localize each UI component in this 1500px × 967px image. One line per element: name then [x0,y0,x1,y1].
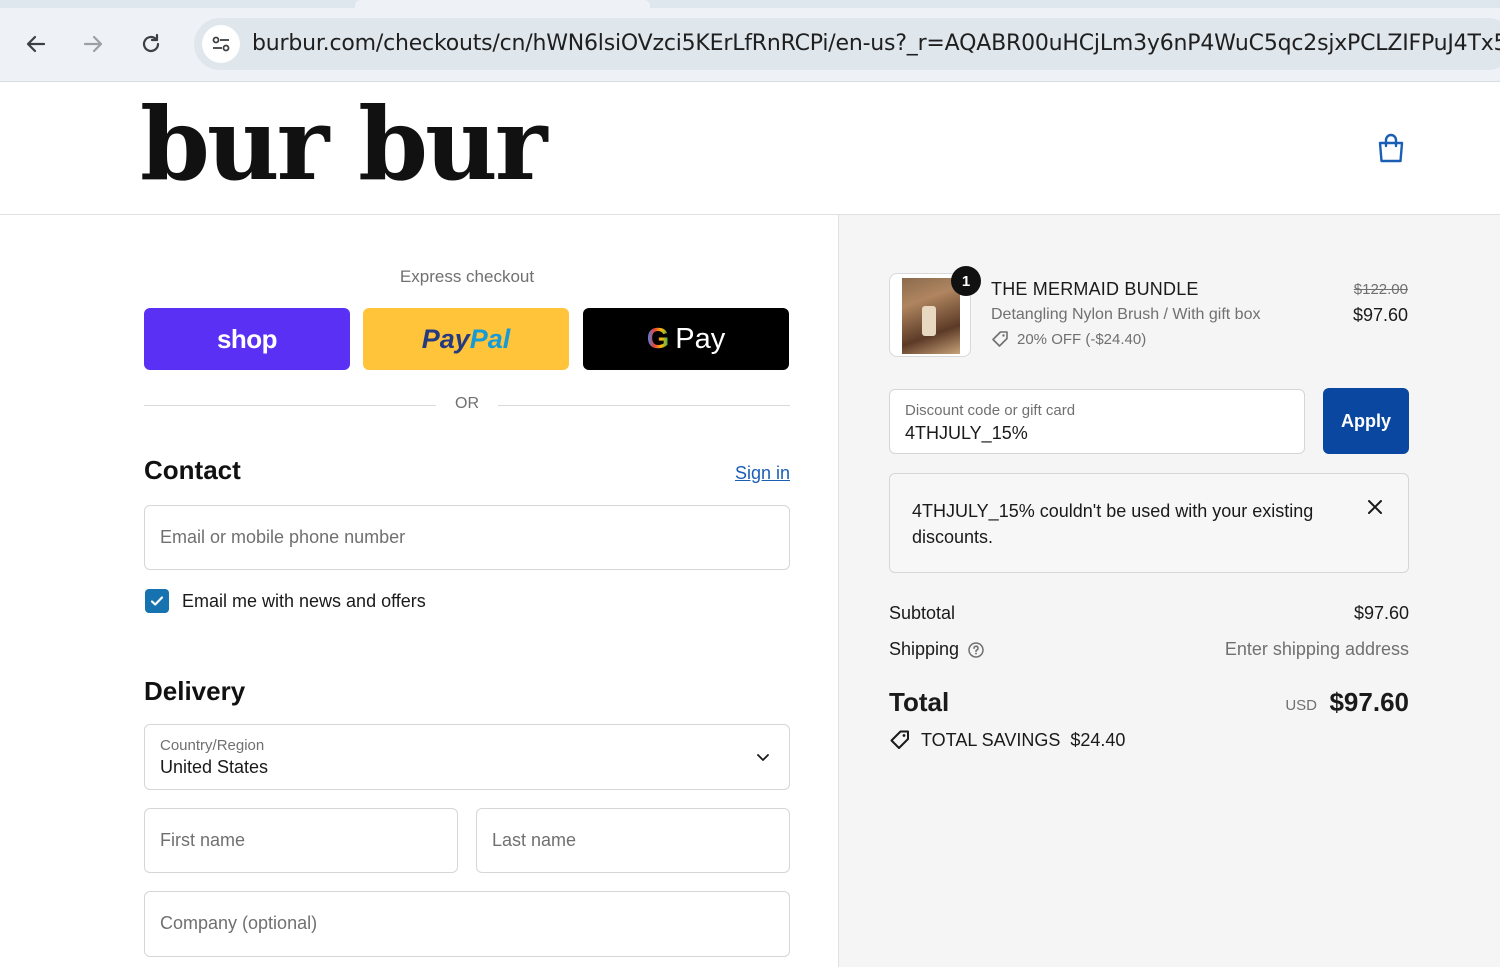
discount-error-banner: 4THJULY_15% couldn't be used with your e… [889,473,1409,573]
contact-heading: Contact [144,455,241,485]
help-icon[interactable] [967,641,985,659]
apply-button[interactable]: Apply [1323,388,1409,454]
chevron-down-icon [757,754,769,761]
shipping-label: Shipping [889,639,960,659]
order-summary: 1 THE MERMAID BUNDLE Detangling Nylon Br… [838,215,1500,967]
country-value: United States [160,757,269,777]
paypal-label-1: Pay [421,323,470,354]
checkmark-icon [150,596,164,606]
product-name: THE MERMAID BUNDLE [991,279,1199,299]
total-value: $97.60 [1329,687,1409,717]
url-text[interactable]: burbur.com/checkouts/cn/hWN6lsiOVzci5KEr… [252,31,1500,56]
last-name-field[interactable]: Last name [476,808,790,873]
address-bar[interactable]: burbur.com/checkouts/cn/hWN6lsiOVzci5KEr… [194,18,1500,70]
discount-code-field[interactable]: Discount code or gift card 4THJULY_15% [889,389,1305,454]
discount-value: 4THJULY_15% [905,423,1028,443]
browser-toolbar: burbur.com/checkouts/cn/hWN6lsiOVzci5KEr… [0,0,1500,82]
country-select[interactable]: Country/Region United States [144,724,790,790]
quantity-badge: 1 [951,266,981,296]
back-icon[interactable] [18,26,54,62]
currency-code: USD [1285,697,1317,714]
country-label: Country/Region [160,737,265,754]
product-price: $97.60 [1352,305,1408,325]
site-header: bur bur [0,82,1500,215]
subtotal-value: $97.60 [1353,603,1409,623]
divider-line [498,405,790,406]
shipping-label-wrap: Shipping [889,639,985,660]
email-placeholder: Email or mobile phone number [160,527,406,547]
savings-label: TOTAL SAVINGS [921,729,1061,750]
company-field[interactable]: Company (optional) [144,891,790,957]
product-variant: Detangling Nylon Brush / With gift box [991,306,1261,323]
or-divider: OR [144,393,790,417]
original-price: $122.00 [1353,281,1408,298]
sign-in-link[interactable]: Sign in [700,463,790,484]
product-discount-text: 20% OFF (-$24.40) [1017,330,1147,348]
news-offers-label[interactable]: Email me with news and offers [182,591,426,612]
active-tab[interactable] [355,0,650,8]
savings-tag-icon [890,730,909,749]
delivery-heading: Delivery [144,676,246,706]
discount-label: Discount code or gift card [905,402,1076,419]
product-image [902,278,960,354]
checkout-form: Express checkout shop Pay Pal G Pay OR Con… [0,215,838,967]
site-settings-icon[interactable] [202,25,240,63]
forward-icon[interactable] [75,26,111,62]
tag-icon [992,331,1008,347]
brand-logo[interactable]: bur bur [140,94,547,194]
close-icon[interactable] [1366,498,1384,516]
email-field[interactable]: Email or mobile phone number [144,505,790,570]
paypal-label-2: Pal [469,323,511,354]
total-savings: TOTAL SAVINGS $24.40 [889,729,1125,751]
first-name-placeholder: First name [160,830,246,850]
total-label: Total [889,687,950,717]
last-name-placeholder: Last name [492,830,577,850]
reload-icon[interactable] [133,26,169,62]
subtotal-label: Subtotal [889,603,956,623]
or-text: OR [455,395,479,412]
shop-pay-button[interactable]: shop [144,308,350,370]
divider-line [144,405,436,406]
google-pay-button[interactable]: G Pay [583,308,789,370]
google-g-icon: G [646,322,670,355]
express-checkout-title: Express checkout [399,267,535,286]
first-name-field[interactable]: First name [144,808,458,873]
paypal-button[interactable]: Pay Pal [363,308,569,370]
shopping-bag-icon[interactable] [1376,132,1406,164]
company-placeholder: Company (optional) [160,913,318,933]
google-pay-label: Pay [675,322,726,355]
product-discount: 20% OFF (-$24.40) [991,330,1146,348]
shipping-value: Enter shipping address [1224,639,1409,659]
news-offers-checkbox[interactable] [145,589,169,613]
savings-value: $24.40 [1070,729,1126,750]
discount-error-message: 4THJULY_15% couldn't be used with your e… [912,501,1314,547]
tab-strip [0,0,1500,8]
shop-pay-label: shop [216,323,278,354]
